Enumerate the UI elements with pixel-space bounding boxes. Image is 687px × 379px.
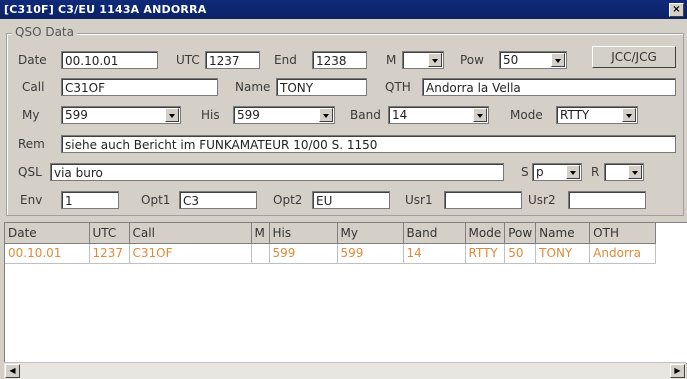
end-label: End: [274, 53, 297, 67]
s-value: p: [536, 165, 544, 179]
cell-call: C31OF: [129, 243, 252, 264]
call-label: Call: [22, 80, 45, 94]
call-field[interactable]: C31OF: [61, 78, 218, 96]
chevron-down-icon[interactable]: [473, 108, 487, 122]
his-label: His: [201, 108, 220, 122]
my-value: 599: [65, 108, 88, 122]
qso-log-table: Date UTC Call M His My Band Mode Pow Nam…: [5, 223, 657, 264]
cell-m: [251, 243, 270, 264]
usr2-label: Usr2: [528, 193, 556, 207]
chevron-down-icon[interactable]: [319, 108, 333, 122]
pow-label: Pow: [460, 53, 484, 67]
chevron-down-icon[interactable]: [622, 108, 636, 122]
qso-data-legend: QSO Data: [12, 25, 77, 39]
env-label: Env: [20, 193, 43, 207]
his-value: 599: [237, 108, 260, 122]
col-header-qth[interactable]: OTH: [589, 223, 657, 244]
horizontal-scrollbar[interactable]: ◀ ▶: [4, 362, 686, 379]
cell-mode: RTTY: [465, 243, 506, 264]
mode-value: RTTY: [560, 108, 590, 122]
his-select[interactable]: 599: [233, 106, 335, 124]
close-button[interactable]: ×: [669, 3, 684, 17]
col-header-my[interactable]: My: [337, 223, 404, 244]
cell-my: 599: [337, 243, 404, 264]
cell-band: 14: [403, 243, 466, 264]
utc-label: UTC: [176, 53, 200, 67]
rem-field[interactable]: siehe auch Bericht im FUNKAMATEUR 10/00 …: [61, 135, 676, 153]
mode-label: Mode: [510, 108, 543, 122]
opt1-field[interactable]: C3: [179, 191, 257, 209]
cell-qth: Andorra: [589, 243, 657, 264]
scroll-left-icon[interactable]: ◀: [5, 364, 20, 378]
title-bar[interactable]: [C310F] C3/EU 1143A ANDORRA ×: [0, 0, 687, 19]
m-select[interactable]: [402, 51, 444, 69]
chevron-down-icon[interactable]: [428, 53, 442, 67]
env-field[interactable]: 1: [61, 191, 119, 209]
name-label: Name: [235, 80, 271, 94]
window-title: [C310F] C3/EU 1143A ANDORRA: [4, 3, 207, 16]
cell-his: 599: [269, 243, 338, 264]
m-label: M: [386, 53, 397, 67]
table-row[interactable]: 00.10.01 1237 C31OF 599 599 14 RTTY 50 T…: [5, 243, 657, 264]
jcc-jcg-button[interactable]: JCC/JCG: [592, 46, 676, 68]
chevron-down-icon[interactable]: [165, 108, 179, 122]
date-label: Date: [18, 53, 47, 67]
col-header-call[interactable]: Call: [129, 223, 252, 244]
cell-date: 00.10.01: [5, 243, 90, 264]
r-label: R: [591, 165, 600, 179]
usr2-field[interactable]: [568, 191, 646, 209]
chevron-down-icon[interactable]: [551, 53, 565, 67]
opt2-field[interactable]: EU: [312, 191, 390, 209]
opt1-label: Opt1: [141, 193, 171, 207]
usr1-field[interactable]: [444, 191, 522, 209]
col-header-utc[interactable]: UTC: [89, 223, 130, 244]
s-label: S: [521, 165, 529, 179]
my-select[interactable]: 599: [61, 106, 181, 124]
col-header-date[interactable]: Date: [5, 223, 90, 244]
col-header-mode[interactable]: Mode: [465, 223, 506, 244]
my-label: My: [22, 108, 40, 122]
col-header-pow[interactable]: Pow: [504, 223, 537, 244]
col-header-his[interactable]: His: [269, 223, 338, 244]
opt2-label: Opt2: [273, 193, 303, 207]
pow-select[interactable]: 50: [499, 51, 567, 69]
end-field[interactable]: 1238: [312, 51, 367, 69]
chevron-down-icon[interactable]: [566, 165, 580, 179]
usr1-label: Usr1: [405, 193, 433, 207]
cell-utc: 1237: [89, 243, 130, 264]
band-label: Band: [350, 108, 381, 122]
mode-select[interactable]: RTTY: [556, 106, 638, 124]
table-header-row: Date UTC Call M His My Band Mode Pow Nam…: [5, 223, 657, 244]
qth-label: QTH: [385, 80, 411, 94]
qso-log-grid: Date UTC Call M His My Band Mode Pow Nam…: [4, 222, 687, 364]
cell-pow: 50: [504, 243, 537, 264]
qth-field[interactable]: Andorra la Vella: [422, 78, 676, 96]
qso-window: [C310F] C3/EU 1143A ANDORRA × QSO Data D…: [0, 0, 687, 379]
col-header-name[interactable]: Name: [535, 223, 591, 244]
col-header-band[interactable]: Band: [403, 223, 466, 244]
rem-label: Rem: [18, 137, 45, 151]
date-field[interactable]: 00.10.01: [61, 51, 158, 69]
qsl-label: QSL: [18, 165, 42, 179]
utc-field[interactable]: 1237: [205, 51, 260, 69]
scroll-right-icon[interactable]: ▶: [670, 364, 685, 378]
pow-value: 50: [503, 53, 519, 67]
chevron-down-icon[interactable]: [628, 165, 642, 179]
name-field[interactable]: TONY: [276, 78, 367, 96]
qsl-field[interactable]: via buro: [50, 163, 504, 181]
r-select[interactable]: [604, 163, 644, 181]
cell-name: TONY: [535, 243, 591, 264]
band-value: 14: [392, 108, 408, 122]
band-select[interactable]: 14: [388, 106, 489, 124]
col-header-m[interactable]: M: [251, 223, 270, 244]
s-select[interactable]: p: [532, 163, 582, 181]
